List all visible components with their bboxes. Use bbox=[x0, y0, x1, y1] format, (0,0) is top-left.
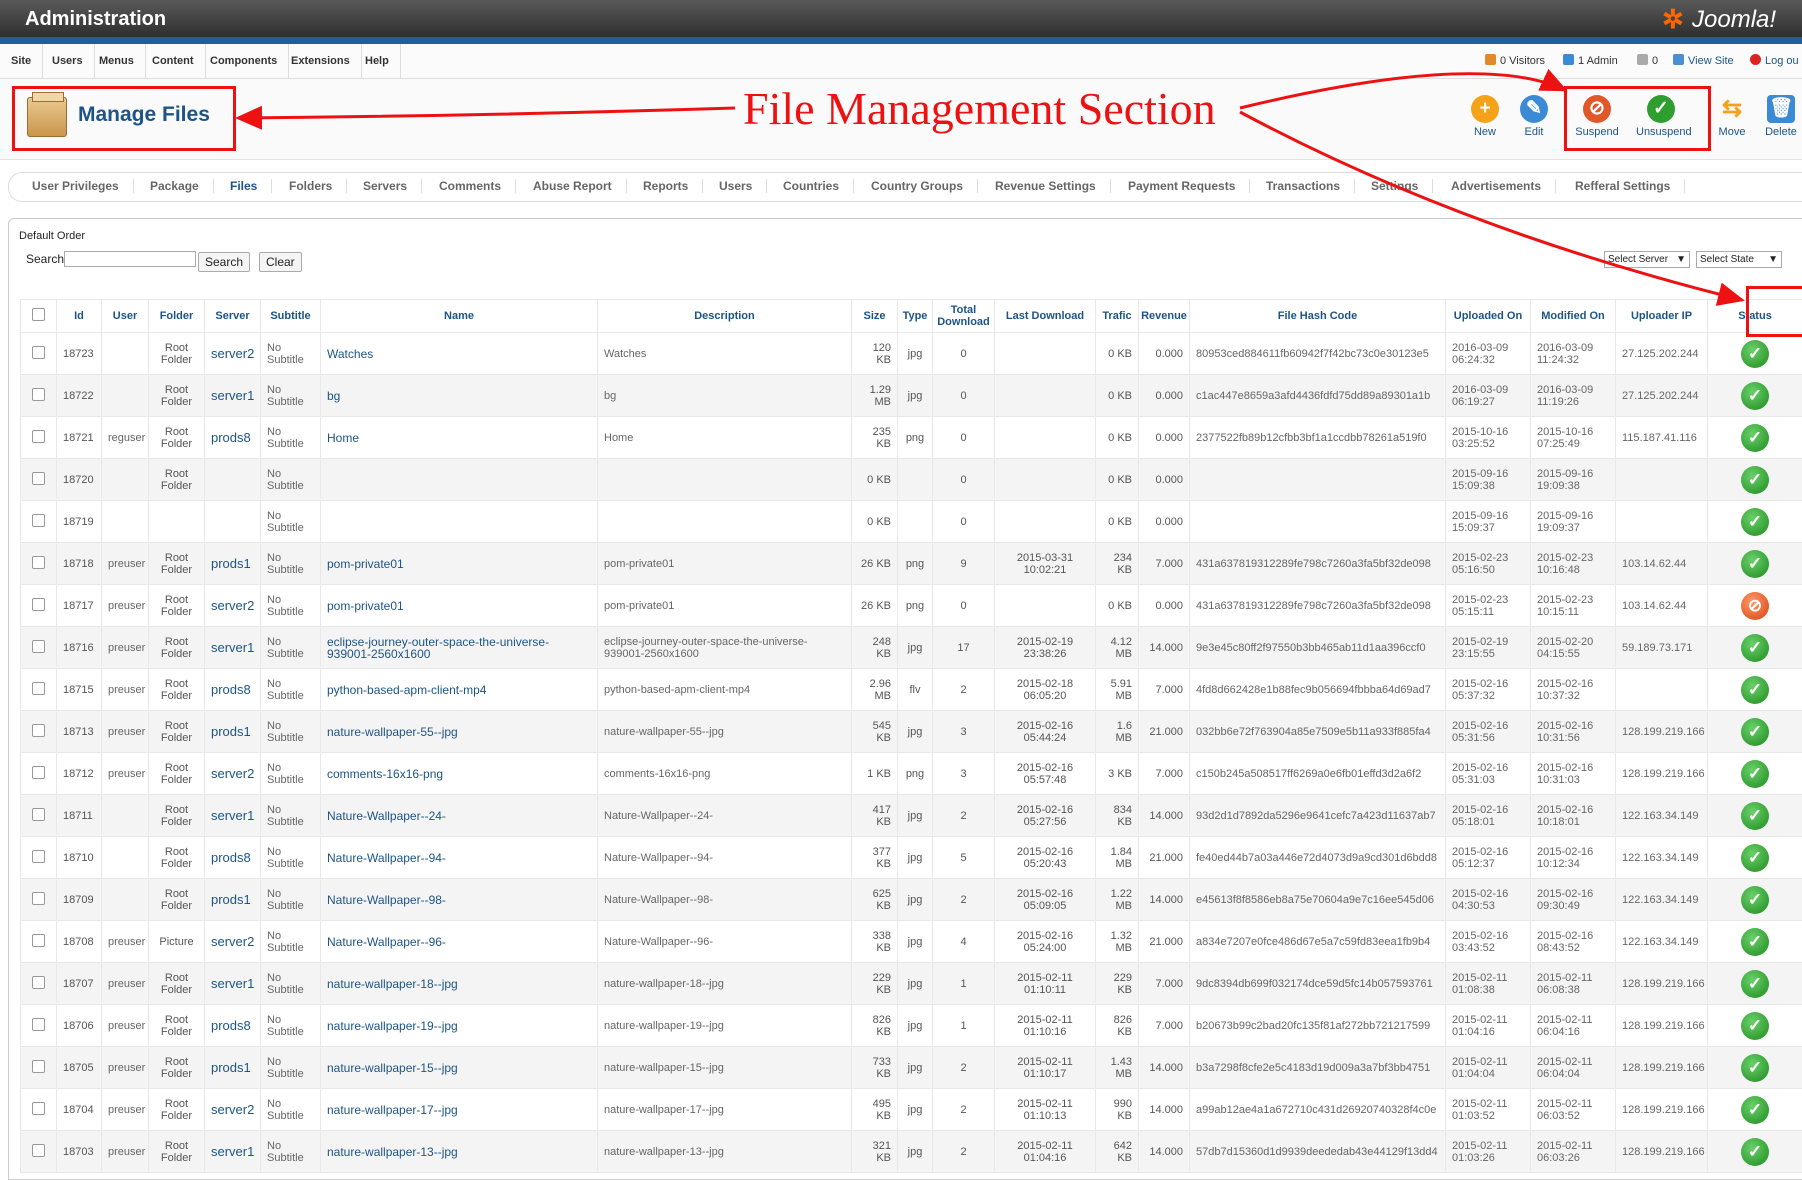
arrow-to-status bbox=[1240, 112, 1742, 300]
arrow-to-suspend bbox=[1240, 74, 1565, 108]
annotation-arrows bbox=[0, 0, 1802, 1168]
arrow-to-title bbox=[238, 108, 735, 118]
